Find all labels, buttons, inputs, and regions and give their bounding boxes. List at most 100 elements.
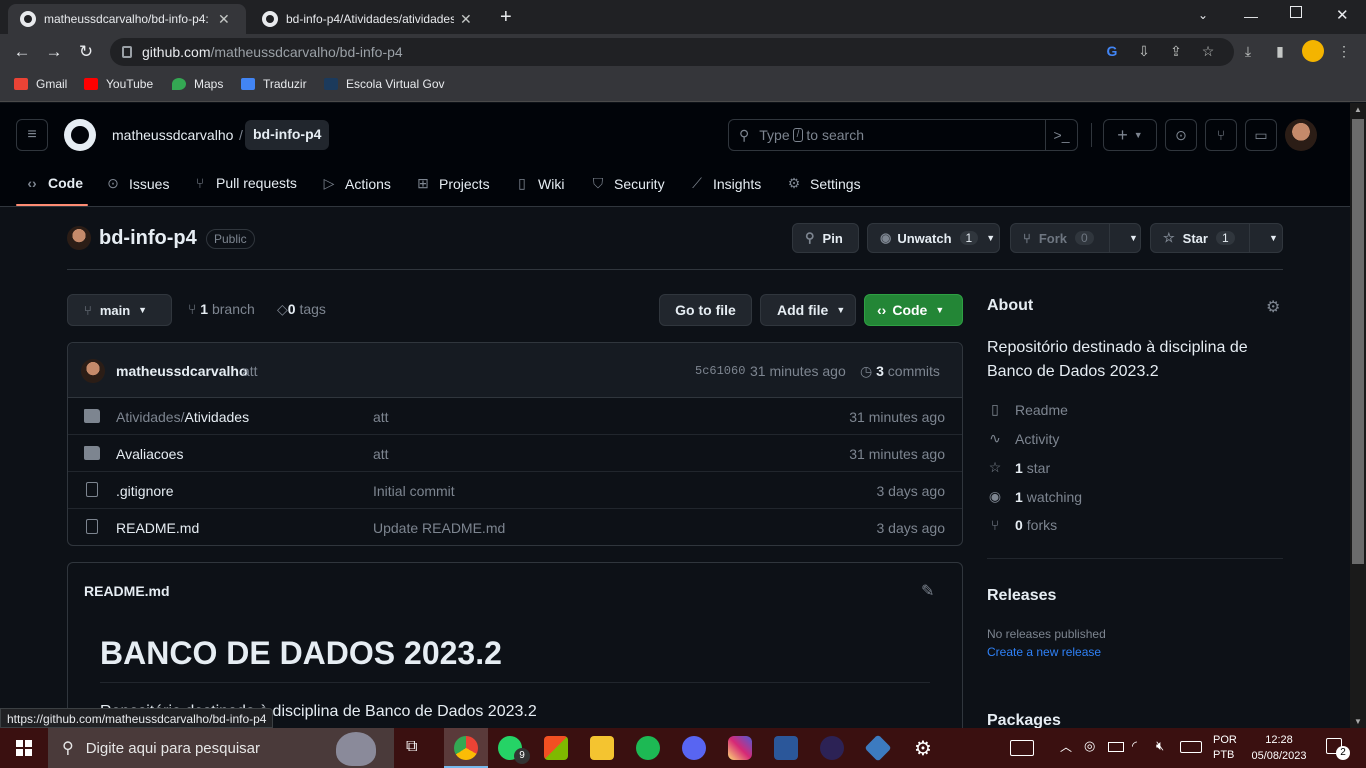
forks-link[interactable]: ⑂ 0 forks [987,517,1057,533]
owner-avatar[interactable] [67,226,91,250]
close-window-button[interactable]: ✕ [1336,6,1349,24]
tab-code[interactable]: ‹› Code [24,175,83,191]
file-row[interactable]: Avaliacoes att 31 minutes ago [68,435,962,472]
spotify-icon[interactable] [636,736,660,760]
tab-actions[interactable]: ▷ Actions [321,175,391,192]
create-new-button[interactable]: + ▼ [1103,119,1157,151]
bookmark-youtube[interactable]: YouTube [84,77,153,91]
tab-security[interactable]: ⛉ Security [590,175,665,192]
search-input[interactable]: ⚲ Type / to search >_ [728,119,1078,151]
wifi-icon[interactable]: ◜ [1132,738,1137,754]
battery-icon[interactable] [1108,742,1124,752]
command-palette-icon[interactable]: >_ [1045,120,1077,150]
bookmark-traduzir[interactable]: Traduzir [241,77,307,91]
star-dropdown-chevron-icon[interactable]: ▼ [1269,233,1278,243]
reload-icon[interactable]: ↻ [76,42,96,62]
taskbar-chrome-active[interactable] [444,728,488,768]
breadcrumb-repo[interactable]: bd-info-p4 [245,120,330,150]
scrollbar-thumb[interactable] [1352,119,1364,564]
restore-button[interactable] [1290,6,1302,18]
input-language[interactable]: POR PTB [1213,733,1237,763]
instagram-icon[interactable] [728,736,752,760]
google-lens-icon[interactable]: G [1104,43,1120,59]
edit-pencil-icon[interactable]: ✎ [921,581,934,601]
tab-pull-requests[interactable]: ⑂ Pull requests [192,175,297,191]
user-avatar[interactable] [1285,119,1317,151]
scroll-down-arrow-icon[interactable]: ▼ [1354,717,1362,726]
create-release-link[interactable]: Create a new release [987,645,1101,659]
task-view-icon[interactable]: ⧉ [406,738,417,756]
back-arrow-icon[interactable]: ← [12,42,32,62]
tab-issues[interactable]: ⊙ Issues [105,175,169,192]
side-panel-icon[interactable]: ▮ [1272,43,1288,59]
go-to-file-button[interactable]: Go to file [659,294,752,326]
readme-filename[interactable]: README.md [84,583,170,599]
minimize-button[interactable]: — [1244,8,1258,24]
commit-message[interactable]: att [242,363,258,379]
volume-muted-icon[interactable]: 🔇︎ [1156,738,1164,754]
tab-insights[interactable]: ⟋ Insights [689,175,761,192]
eclipse-icon[interactable] [820,736,844,760]
bookmark-escola-virtual[interactable]: Escola Virtual Gov [324,77,445,91]
news-widget-icon[interactable] [1010,740,1034,756]
tab-settings[interactable]: ⚙ Settings [786,175,861,192]
virtualbox-icon[interactable] [864,734,892,762]
unwatch-button[interactable]: ◉ Unwatch 1 ▼ [867,223,1000,253]
forward-arrow-icon[interactable]: → [44,42,64,62]
file-name[interactable]: .gitignore [116,483,174,499]
tags-link[interactable]: ◇0 tags [277,301,326,318]
file-explorer-icon[interactable] [590,736,614,760]
branch-select-button[interactable]: ⑂ main ▼ [67,294,172,326]
breadcrumb-owner[interactable]: matheussdcarvalho [112,127,233,143]
stars-link[interactable]: ☆ 1 star [987,459,1050,476]
github-logo-icon[interactable] [64,119,96,151]
fork-button[interactable]: ⑂ Fork 0 ▼ [1010,223,1141,253]
file-name[interactable]: Avaliacoes [116,446,183,462]
browser-tab-repo[interactable]: matheussdcarvalho/bd-info-p4: Repositóri… [8,4,246,34]
profile-avatar-icon[interactable] [1302,40,1324,62]
file-commit-message[interactable]: att [373,409,389,425]
microsoft-store-icon[interactable] [544,736,568,760]
browser-tab-atividades[interactable]: bd-info-p4/Atividades/atividades ✕ [250,4,488,34]
file-name[interactable]: Atividades/Atividades [116,409,249,425]
bookmark-gmail[interactable]: Gmail [14,77,67,91]
activity-link[interactable]: ∿ Activity [987,430,1059,447]
windows-start-icon[interactable] [16,740,32,756]
issues-icon[interactable]: ⊙ [1165,119,1197,151]
tab-search-chevron-icon[interactable]: ⌄ [1198,8,1208,22]
settings-gear-icon[interactable]: ⚙ [914,736,932,761]
bookmark-star-icon[interactable]: ☆ [1200,43,1216,59]
tab-close-icon[interactable]: ✕ [460,11,472,28]
about-settings-gear-icon[interactable]: ⚙ [1266,297,1280,317]
releases-title[interactable]: Releases [987,587,1056,605]
scroll-up-arrow-icon[interactable]: ▲ [1354,105,1362,114]
downloads-icon[interactable]: ⤓ [1240,43,1256,59]
repo-title[interactable]: bd-info-p4 [99,227,197,250]
clock[interactable]: 12:28 05/08/2023 [1248,732,1310,764]
tab-wiki[interactable]: ▯ Wiki [514,175,564,192]
tray-chevron-up-icon[interactable]: ︿ [1060,738,1072,755]
watchers-link[interactable]: ◉ 1 watching [987,488,1082,505]
commits-link[interactable]: ◷ 3 commits [860,363,940,380]
meet-now-icon[interactable]: ◎ [1084,738,1095,754]
pin-button[interactable]: ⚲ Pin [792,223,859,253]
discord-icon[interactable] [682,736,706,760]
address-bar[interactable]: github.com/matheussdcarvalho/bd-info-p4 [110,38,1234,66]
commit-sha[interactable]: 5c61060 [695,364,745,378]
commit-author[interactable]: matheussdcarvalho [116,363,248,379]
file-commit-message[interactable]: Initial commit [373,483,455,499]
pull-requests-icon[interactable]: ⑂ [1205,119,1237,151]
hamburger-menu-icon[interactable]: ≡ [16,119,48,151]
file-row[interactable]: .gitignore Initial commit 3 days ago [68,472,962,509]
install-app-icon[interactable]: ⇩ [1136,43,1152,59]
readme-link[interactable]: ▯ Readme [987,401,1068,418]
tab-projects[interactable]: ⊞ Projects [415,175,489,192]
branches-link[interactable]: ⑂ 1 branch [188,301,255,317]
file-row[interactable]: README.md Update README.md 3 days ago [68,509,962,546]
new-tab-button[interactable]: + [500,6,512,29]
taskbar-search-input[interactable]: ⚲ Digite aqui para pesquisar [48,728,394,768]
page-scrollbar[interactable]: ▲ ▼ [1350,103,1366,728]
tab-close-icon[interactable]: ✕ [218,11,230,28]
file-commit-message[interactable]: Update README.md [373,520,505,536]
inbox-icon[interactable]: ▭ [1245,119,1277,151]
